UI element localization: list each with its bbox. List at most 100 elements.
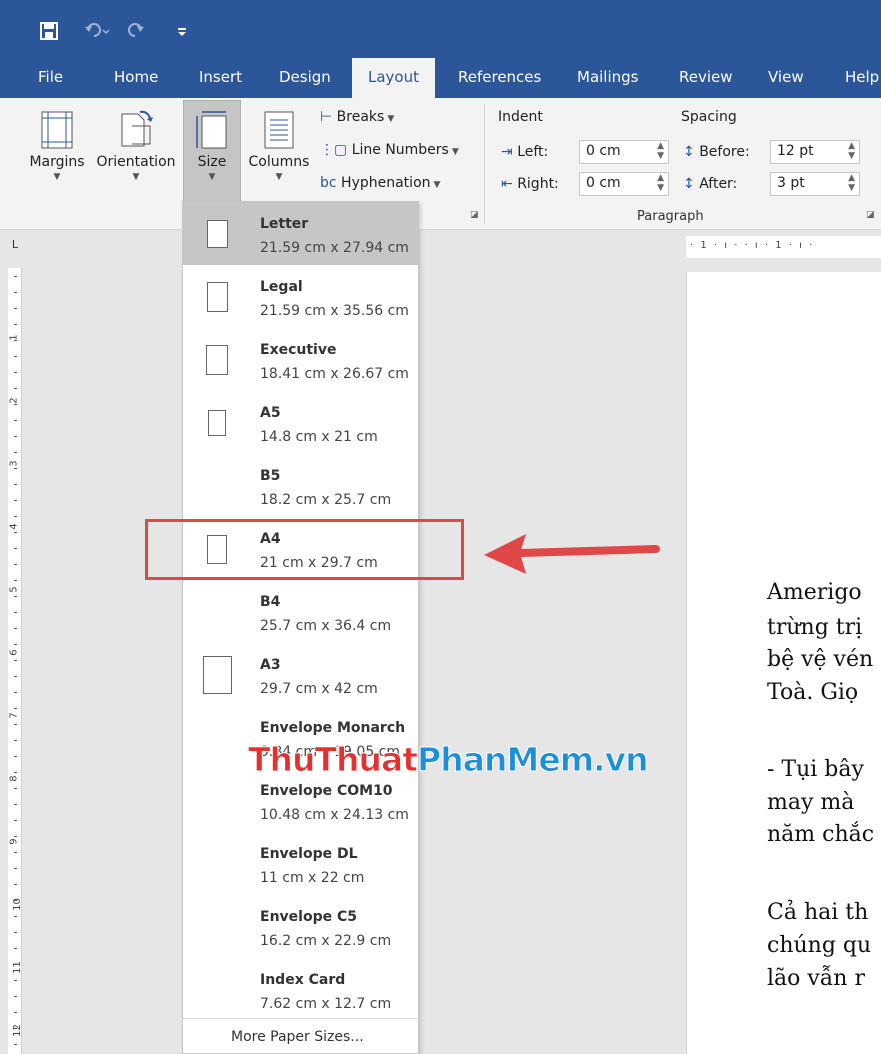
paper-size-dimensions: 14.8 cm x 21 cm	[260, 429, 378, 445]
ruler-tick	[14, 388, 17, 389]
columns-label: Columns	[248, 154, 310, 170]
tab-mailings[interactable]: Mailings	[577, 68, 638, 86]
spin-arrows-icon[interactable]: ▲ ▼	[657, 141, 664, 161]
chevron-down-icon: ▼	[275, 172, 283, 182]
ruler-tick	[14, 836, 17, 837]
tab-help[interactable]: Help	[845, 68, 879, 86]
undo-icon[interactable]	[84, 22, 110, 45]
tab-selector[interactable]: L	[8, 238, 22, 256]
spin-arrows-icon[interactable]: ▲ ▼	[657, 173, 664, 193]
page-thumbnail-icon	[206, 282, 228, 312]
paper-size-name: Legal	[260, 279, 303, 295]
document-text-line: chúng qu	[767, 933, 872, 958]
paper-size-name: Index Card	[260, 972, 346, 988]
indent-left-input[interactable]: 0 cm ▲ ▼	[579, 140, 669, 164]
indent-right-input[interactable]: 0 cm ▲ ▼	[579, 172, 669, 196]
ruler-tick	[14, 868, 17, 869]
ruler-tick	[14, 292, 17, 293]
ruler-tick	[14, 324, 17, 325]
ruler-tick	[14, 548, 17, 549]
paper-size-legal[interactable]: Legal 21.59 cm x 35.56 cm	[183, 265, 418, 328]
tab-home[interactable]: Home	[114, 68, 158, 86]
orientation-icon	[121, 110, 153, 147]
tab-insert[interactable]: Insert	[199, 68, 242, 86]
ruler-tick	[14, 436, 17, 437]
spacing-after-input[interactable]: 3 pt ▲ ▼	[770, 172, 860, 196]
margins-label: Margins	[29, 154, 85, 170]
tab-view[interactable]: View	[768, 68, 804, 86]
ruler-number: 3	[8, 460, 20, 467]
line-numbers-label: Line Numbers	[351, 142, 449, 158]
spacing-before-label: ↕ Before:	[683, 144, 750, 160]
indent-heading: Indent	[498, 109, 543, 125]
ruler-tick	[14, 628, 17, 629]
page-thumbnail-icon	[202, 656, 232, 694]
ruler-tick	[14, 708, 17, 709]
ruler-tick	[14, 276, 17, 277]
ruler-tick	[14, 756, 17, 757]
ruler-tick	[14, 884, 17, 885]
paper-size-b4[interactable]: B4 25.7 cm x 36.4 cm	[183, 580, 418, 643]
spacing-before-input[interactable]: 12 pt ▲ ▼	[770, 140, 860, 164]
line-numbers-button[interactable]: ⋮▢ Line Numbers ▼	[320, 142, 459, 158]
paper-size-envelope-c5[interactable]: Envelope C5 16.2 cm x 22.9 cm	[183, 895, 418, 958]
tab-layout[interactable]: Layout	[352, 58, 435, 98]
columns-button[interactable]: Columns ▼	[244, 110, 314, 182]
ruler-tick	[14, 420, 17, 421]
chevron-down-icon: ▼	[451, 147, 459, 157]
spacing-after-label: ↕ After:	[683, 176, 738, 192]
more-paper-sizes-button[interactable]: More Paper Sizes...	[183, 1018, 418, 1054]
paper-size-dimensions: 25.7 cm x 36.4 cm	[260, 618, 392, 634]
ruler-tick	[14, 500, 17, 501]
ruler-tick	[14, 740, 17, 741]
tab-design[interactable]: Design	[279, 68, 331, 86]
paragraph-launcher-icon[interactable]: ◪	[866, 210, 875, 220]
paper-size-executive[interactable]: Executive 18.41 cm x 26.67 cm	[183, 328, 418, 391]
ruler-tick	[14, 820, 17, 821]
ruler-tick	[14, 964, 17, 965]
columns-icon	[264, 111, 294, 149]
ruler-tick	[14, 724, 17, 725]
chevron-down-icon: ▼	[53, 172, 61, 182]
ruler-number: 2	[8, 397, 20, 404]
ruler-tick	[14, 1028, 17, 1029]
paper-size-envelope-dl[interactable]: Envelope DL 11 cm x 22 cm	[183, 832, 418, 895]
paper-size-name: B4	[260, 594, 281, 610]
paper-size-dimensions: 11 cm x 22 cm	[260, 870, 365, 886]
tab-references[interactable]: References	[458, 68, 541, 86]
ruler-number: 6	[8, 649, 20, 656]
spin-arrows-icon[interactable]: ▲ ▼	[848, 141, 855, 161]
ruler-tick	[14, 932, 17, 933]
paper-size-a3[interactable]: A3 29.7 cm x 42 cm	[183, 643, 418, 706]
paper-size-index-card[interactable]: Index Card 7.62 cm x 12.7 cm	[183, 958, 418, 1021]
ruler-number: 7	[8, 712, 20, 719]
paper-size-dimensions: 16.2 cm x 22.9 cm	[260, 933, 392, 949]
customize-icon[interactable]	[176, 22, 188, 45]
word-window: File Home Insert Design Layout Reference…	[0, 0, 881, 1054]
orientation-button[interactable]: Orientation ▼	[93, 110, 179, 182]
hyphenation-button[interactable]: bc Hyphenation ▼	[320, 175, 440, 191]
spin-arrows-icon[interactable]: ▲ ▼	[848, 173, 855, 193]
chevron-down-icon: ▼	[433, 180, 441, 190]
ruler-tick	[14, 900, 17, 901]
document-text-line: Toà. Giọ	[767, 680, 859, 705]
paper-size-a5[interactable]: A5 14.8 cm x 21 cm	[183, 391, 418, 454]
ribbon-tabs: File Home Insert Design Layout Reference…	[0, 58, 881, 98]
paper-size-dimensions: 21.59 cm x 35.56 cm	[260, 303, 409, 319]
tab-file[interactable]: File	[38, 68, 63, 86]
save-icon[interactable]	[40, 22, 58, 45]
redo-icon[interactable]	[127, 22, 145, 45]
breaks-button[interactable]: ⊢ Breaks ▼	[320, 109, 394, 125]
paper-size-b5[interactable]: B5 18.2 cm x 25.7 cm	[183, 454, 418, 517]
ruler-tick	[14, 916, 17, 917]
paper-size-name: Letter	[260, 216, 309, 232]
paper-size-letter[interactable]: Letter 21.59 cm x 27.94 cm	[183, 202, 418, 265]
paper-size-name: B5	[260, 468, 281, 484]
size-button[interactable]: Size ▼	[184, 110, 240, 182]
horizontal-ruler: · 1 · ı · · ı · 1 · ı ·	[686, 236, 881, 258]
ruler-number: 5	[8, 586, 20, 593]
page-setup-launcher-icon[interactable]: ◪	[470, 210, 479, 220]
paper-size-dimensions: 7.62 cm x 12.7 cm	[260, 996, 392, 1012]
tab-review[interactable]: Review	[679, 68, 733, 86]
margins-button[interactable]: Margins ▼	[24, 110, 90, 182]
